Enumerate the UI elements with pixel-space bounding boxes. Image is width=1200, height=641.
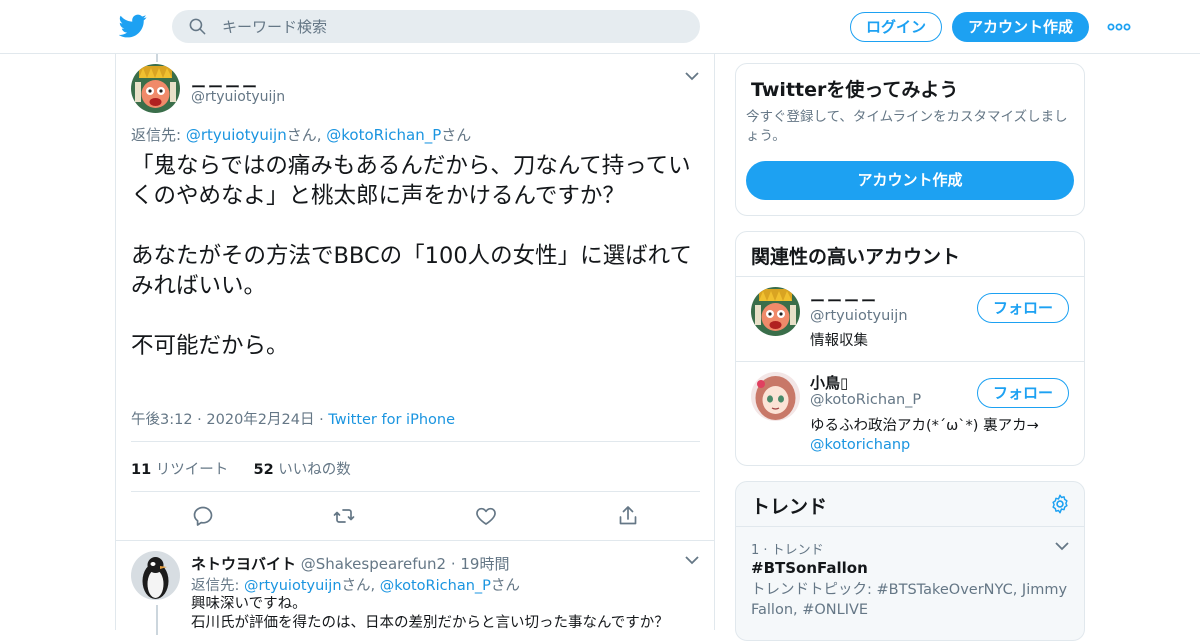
retweet-icon[interactable] <box>332 504 356 528</box>
avatar[interactable] <box>751 372 800 421</box>
divider <box>131 441 700 442</box>
top-bar: ログイン アカウント作成 <box>0 0 1200 54</box>
signup-card-title: Twitterを使ってみよう <box>751 79 959 101</box>
chevron-down-icon[interactable] <box>1054 540 1070 552</box>
search-icon <box>189 18 206 35</box>
follow-button[interactable]: フォロー <box>977 293 1069 323</box>
reply-to-link[interactable]: @kotoRichan_P <box>380 578 491 594</box>
retweet-label: リツイート <box>151 462 229 478</box>
account-handle[interactable]: @rtyuiotyuijn <box>810 308 908 324</box>
thread-connector <box>156 605 158 635</box>
tweet-source-link[interactable]: Twitter for iPhone <box>328 412 455 428</box>
trends-title: トレンド <box>751 496 828 518</box>
more-options-icon[interactable] <box>1106 17 1132 37</box>
thread-connector <box>156 54 158 62</box>
reply-author-name[interactable]: ネトウヨバイト <box>191 555 296 573</box>
trends-card: トレンド 1 · トレンド #BTSonFallon トレンドトピック: #BT… <box>735 481 1085 641</box>
reply-to-suffix: さん <box>441 126 472 144</box>
account-bio: 情報収集 <box>810 333 868 349</box>
reply-icon[interactable] <box>191 504 215 528</box>
avatar-image <box>751 372 800 421</box>
avatar[interactable] <box>751 287 800 336</box>
avatar[interactable] <box>131 64 180 113</box>
reply-text: 興味深いですね。 石川氏が評価を得たのは、日本の差別だからと言い切った事なんです… <box>191 596 669 631</box>
retweet-stat[interactable]: 11 リツイート <box>131 462 228 478</box>
divider <box>116 540 714 541</box>
tweet-timestamp[interactable]: 午後3:12 · 2020年2月24日 · <box>131 412 328 428</box>
related-accounts-title: 関連性の高いアカウント <box>751 246 961 268</box>
avatar-image <box>751 287 800 336</box>
account-bio-link[interactable]: @kotorichanp <box>810 437 910 453</box>
signup-card: Twitterを使ってみよう 今すぐ登録して、タイムラインをカスタマイズしましょ… <box>735 63 1085 216</box>
twitter-bird-icon[interactable] <box>119 12 147 40</box>
tweet-stats: 11 リツイート 52 いいねの数 <box>131 458 351 479</box>
reply-time[interactable]: · 19時間 <box>446 555 510 573</box>
login-button[interactable]: ログイン <box>850 12 942 42</box>
like-icon[interactable] <box>474 504 498 528</box>
account-row[interactable]: ーーーー @rtyuiotyuijn 情報収集 フォロー <box>736 276 1084 361</box>
reply-to-prefix: 返信先: <box>131 126 186 144</box>
reply-to-line: 返信先: @rtyuiotyuijnさん, @kotoRichan_Pさん <box>191 574 520 595</box>
chevron-down-icon[interactable] <box>684 70 700 82</box>
signup-button[interactable]: アカウント作成 <box>952 12 1089 42</box>
signup-card-subtitle: 今すぐ登録して、タイムラインをカスタマイズしましょう。 <box>746 109 1068 144</box>
signup-card-button[interactable]: アカウント作成 <box>746 161 1074 200</box>
reply-to-link[interactable]: @kotoRichan_P <box>326 126 441 144</box>
account-row[interactable]: 小鳥▯ @kotoRichan_P ゆるふわ政治アカ(*´ω`*) 裏アカ→ @… <box>736 361 1084 465</box>
like-label: いいねの数 <box>273 462 351 478</box>
reply-author-line[interactable]: ネトウヨバイト @Shakespearefun2 · 19時間 <box>191 553 509 574</box>
reply-to-suffix: さん, <box>341 578 380 594</box>
reply-to-prefix: 返信先: <box>191 578 244 594</box>
main-timeline: ーーーー @rtyuiotyuijn 返信先: @rtyuiotyuijnさん,… <box>115 54 715 635</box>
account-handle[interactable]: @kotoRichan_P <box>810 392 921 408</box>
search-bar[interactable] <box>172 10 700 43</box>
tweet-text: 「鬼ならではの痛みもあるんだから、刀なんて持っていくのやめなよ」と桃太郎に声をか… <box>131 153 692 359</box>
like-count: 52 <box>253 462 274 478</box>
tweet-author-handle[interactable]: @rtyuiotyuijn <box>191 89 285 105</box>
like-stat[interactable]: 52 いいねの数 <box>254 462 351 478</box>
reply-to-link[interactable]: @rtyuiotyuijn <box>244 578 342 594</box>
avatar[interactable] <box>131 551 180 600</box>
reply-to-suffix: さん, <box>286 126 327 144</box>
chevron-down-icon[interactable] <box>684 554 700 566</box>
reply-to-line: 返信先: @rtyuiotyuijnさん, @kotoRichan_Pさん <box>131 124 471 145</box>
related-accounts-card: 関連性の高いアカウント ーーーー @rtyuiotyuijn 情報収集 フォロー <box>735 231 1085 466</box>
reply-to-suffix: さん <box>490 578 520 594</box>
tweet-meta: 午後3:12 · 2020年2月24日 · Twitter for iPhone <box>131 408 455 429</box>
trend-name[interactable]: #BTSonFallon <box>751 559 868 577</box>
retweet-count: 11 <box>131 462 152 478</box>
account-name[interactable]: 小鳥▯ <box>810 372 848 393</box>
divider <box>131 491 700 492</box>
avatar-image <box>131 64 180 113</box>
share-icon[interactable] <box>616 504 640 528</box>
reply-author-handle[interactable]: @Shakespearefun2 <box>296 555 446 573</box>
trend-topic: トレンドトピック: #BTSTakeOverNYC, Jimmy Fallon,… <box>751 582 1068 618</box>
trends-header: トレンド <box>736 482 1084 527</box>
trend-meta: 1 · トレンド <box>751 543 824 558</box>
search-input[interactable] <box>222 10 682 43</box>
avatar-image <box>131 551 180 600</box>
follow-button[interactable]: フォロー <box>977 378 1069 408</box>
account-bio: ゆるふわ政治アカ(*´ω`*) 裏アカ→ @kotorichanp <box>810 417 1050 455</box>
gear-icon[interactable] <box>1049 493 1071 515</box>
reply-to-link[interactable]: @rtyuiotyuijn <box>186 126 287 144</box>
account-bio-text: ゆるふわ政治アカ(*´ω`*) 裏アカ→ <box>810 418 1039 434</box>
